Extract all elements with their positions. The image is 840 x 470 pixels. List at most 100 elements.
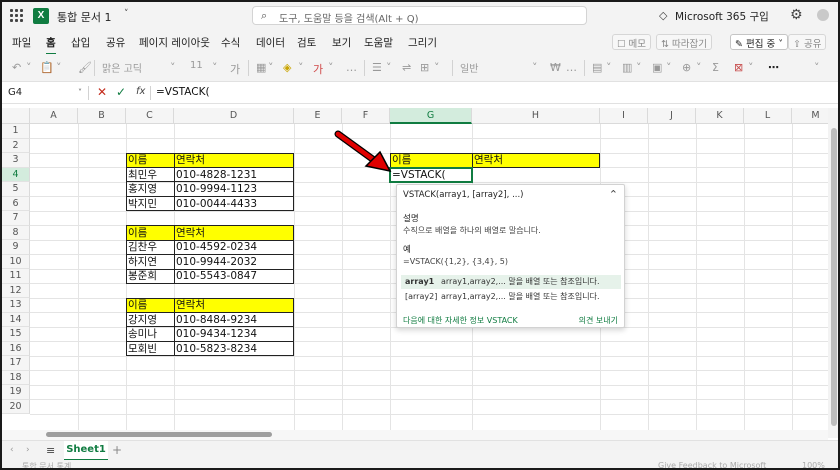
align-icon[interactable]: ☰ (372, 61, 382, 74)
row-header-selected[interactable]: 4 (2, 167, 30, 182)
borders-dropdown-icon[interactable]: ˅ (268, 61, 274, 74)
font-name-dropdown-icon[interactable]: ˅ (170, 61, 176, 74)
tab-insert[interactable]: 삽입 (71, 35, 90, 50)
target-header-contact[interactable]: 연락처 (472, 153, 503, 167)
select-all-corner[interactable] (2, 108, 30, 124)
row-header[interactable]: 15 (2, 327, 30, 342)
row-header[interactable]: 17 (2, 356, 30, 371)
vertical-scrollbar[interactable] (828, 108, 838, 438)
horizontal-scroll-thumb[interactable] (46, 432, 272, 437)
formula-input[interactable]: =VSTACK( (156, 86, 210, 98)
table-cell[interactable]: 010-4592-0234 (174, 240, 257, 254)
merge-dropdown-icon[interactable]: ˅ (434, 61, 440, 74)
table-format-icon[interactable]: ▥ (622, 61, 632, 74)
settings-gear-icon[interactable]: ⚙ (790, 7, 803, 23)
font-grow-icon[interactable]: 가 (230, 61, 240, 77)
tab-draw[interactable]: 그리기 (408, 35, 437, 50)
tab-help[interactable]: 도움말 (364, 35, 393, 50)
tab-page-layout[interactable]: 페이지 레이아웃 (139, 35, 210, 50)
table-2-header-name[interactable]: 이름 (126, 226, 147, 240)
prev-sheet-icon[interactable]: ‹ (10, 445, 14, 455)
table-1-header-contact[interactable]: 연락처 (174, 153, 205, 167)
active-cell-formula[interactable]: =VSTACK( (390, 168, 446, 182)
table-3-header-name[interactable]: 이름 (126, 298, 147, 312)
row-header[interactable]: 19 (2, 385, 30, 400)
row-header[interactable]: 11 (2, 269, 30, 284)
tooltip-param-row[interactable]: array1 array1,array2,... 말을 배열 또는 참조입니다. (401, 275, 621, 289)
table-cell[interactable]: 010-5823-8234 (174, 342, 257, 356)
table-cell[interactable]: 하지연 (126, 255, 157, 269)
table-cell[interactable]: 모회빈 (126, 342, 157, 356)
fill-color-icon[interactable]: ◈ (283, 61, 291, 74)
column-header[interactable]: E (294, 108, 342, 124)
name-box-dropdown-icon[interactable]: ˅ (78, 85, 82, 101)
tab-home[interactable]: 홈 (46, 35, 56, 55)
row-header[interactable]: 6 (2, 196, 30, 211)
table-cell[interactable]: 강지영 (126, 313, 157, 327)
row-header[interactable]: 12 (2, 283, 30, 298)
column-header-selected[interactable]: G (390, 108, 472, 124)
row-header[interactable]: 7 (2, 211, 30, 226)
give-feedback-link[interactable]: Give Feedback to Microsoft (658, 461, 766, 468)
vertical-scroll-thumb[interactable] (831, 128, 837, 426)
undo-icon[interactable]: ↶ (12, 61, 21, 74)
editing-mode-button[interactable]: ✎ 편집 중 ˅ (730, 34, 789, 50)
paste-icon[interactable]: 📋 (40, 61, 54, 74)
insert-function-icon[interactable]: fx (136, 86, 145, 97)
next-sheet-icon[interactable]: › (26, 445, 30, 455)
row-header[interactable]: 3 (2, 153, 30, 168)
conditional-format-icon[interactable]: ▤ (592, 61, 602, 74)
collapse-chevron-icon[interactable]: ⌃ (609, 188, 618, 201)
more-number-icon[interactable]: … (566, 61, 577, 74)
tab-share[interactable]: 공유 (106, 35, 125, 50)
row-header[interactable]: 13 (2, 298, 30, 313)
tooltip-param-row[interactable]: [array2] array1,array2,... 말을 배열 또는 참조입니… (401, 290, 621, 304)
column-header[interactable]: I (600, 108, 648, 124)
title-caret-icon[interactable]: ˅ (124, 9, 129, 19)
row-header[interactable]: 8 (2, 225, 30, 240)
fill-color-dropdown-icon[interactable]: ˅ (298, 61, 304, 74)
row-header[interactable]: 9 (2, 240, 30, 255)
table-cell[interactable]: 박지민 (126, 197, 157, 211)
table-1-header-name[interactable]: 이름 (126, 153, 147, 167)
avatar[interactable] (817, 9, 829, 21)
row-header[interactable]: 16 (2, 341, 30, 356)
table-cell[interactable]: 최민우 (126, 168, 157, 182)
table-cell[interactable]: 김찬우 (126, 240, 157, 254)
conditional-format-dropdown-icon[interactable]: ˅ (606, 61, 612, 74)
table-cell[interactable]: 010-9434-1234 (174, 327, 257, 341)
table-cell[interactable]: 010-5543-0847 (174, 269, 257, 283)
wrap-text-icon[interactable]: ⇌ (402, 61, 411, 74)
table-cell[interactable]: 010-0044-4433 (174, 197, 257, 211)
column-header[interactable]: F (342, 108, 390, 124)
autosum-icon[interactable]: Σ (712, 61, 719, 74)
table-3-header-contact[interactable]: 연락처 (174, 298, 205, 312)
tab-view[interactable]: 보기 (332, 35, 351, 50)
enter-check-icon[interactable]: ✓ (116, 85, 126, 99)
currency-icon[interactable]: ₩ (550, 61, 561, 74)
insert-cells-icon[interactable]: ⊕ (682, 61, 691, 74)
add-sheet-icon[interactable]: + (112, 443, 122, 457)
table-cell[interactable]: 010-4828-1231 (174, 168, 257, 182)
share-button[interactable]: ⇪ 공유 (788, 34, 827, 50)
row-header[interactable]: 18 (2, 370, 30, 385)
document-title[interactable]: 통합 문서 1 (57, 9, 111, 25)
microsoft-365-buy-link[interactable]: Microsoft 365 구입 (675, 9, 769, 24)
row-header[interactable]: 1 (2, 124, 30, 139)
cell-style-dropdown-icon[interactable]: ˅ (666, 61, 672, 74)
cancel-icon[interactable]: ✕ (97, 85, 107, 99)
catchup-button[interactable]: ⇅ 따라잡기 (656, 34, 712, 50)
undo-dropdown-icon[interactable]: ˅ (26, 61, 32, 74)
row-header[interactable]: 5 (2, 182, 30, 197)
font-name-field[interactable]: 맑은 고딕 (102, 60, 142, 75)
addins-dropdown-icon[interactable]: ˅ (748, 61, 754, 74)
ribbon-collapse-icon[interactable]: ˅ (814, 61, 820, 74)
more-info-link[interactable]: 다음에 대한 자세한 정보 VSTACK (403, 315, 518, 326)
number-format-field[interactable]: 일반 (460, 60, 478, 75)
sheet-tab-sheet1[interactable]: Sheet1 (64, 441, 108, 461)
font-color-dropdown-icon[interactable]: ˅ (328, 61, 334, 74)
row-header[interactable]: 20 (2, 399, 30, 414)
column-header[interactable]: L (744, 108, 792, 124)
column-header[interactable]: D (174, 108, 294, 124)
font-size-dropdown-icon[interactable]: ˅ (212, 61, 218, 74)
